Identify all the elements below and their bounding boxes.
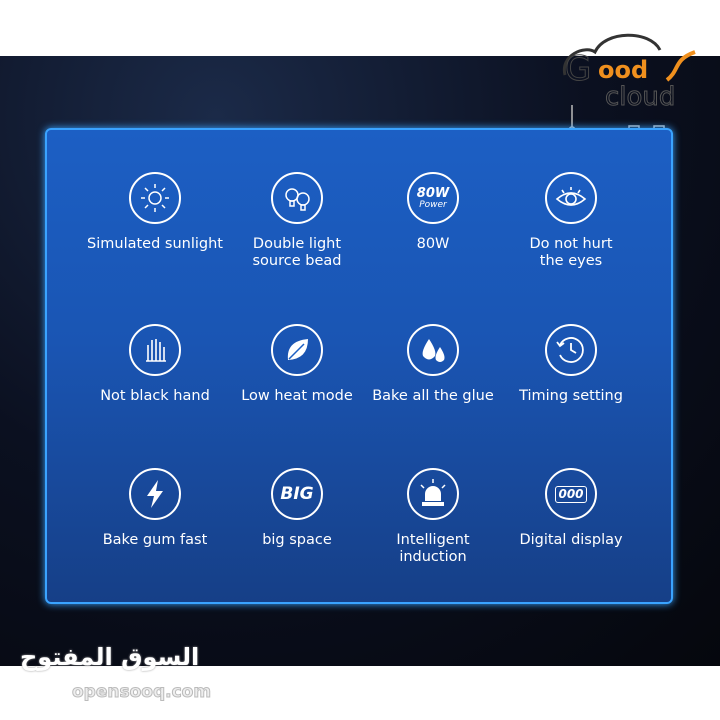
feature-item: Bake gum fast	[80, 468, 230, 549]
feature-label: Intelligent induction	[396, 532, 470, 565]
svg-text:ood: ood	[598, 56, 648, 84]
icon-badge-subtext: Power	[419, 199, 447, 210]
feature-label: Low heat mode	[241, 388, 353, 404]
icon-badge-text: BIG	[280, 483, 314, 504]
feature-item: Simulated sunlight	[80, 172, 230, 253]
svg-text:cloud: cloud	[605, 82, 675, 112]
feature-label: Digital display	[519, 532, 623, 548]
feature-item: Do not hurt the eyes	[496, 172, 646, 270]
feature-label: Timing setting	[519, 388, 623, 404]
feature-label: Simulated sunlight	[87, 236, 223, 252]
feature-item: Double light source bead	[222, 172, 372, 270]
eye-icon	[545, 172, 597, 224]
digital-display-icon: 000	[545, 468, 597, 520]
feature-item: Low heat mode	[222, 324, 372, 405]
icon-badge-text: 80W	[416, 185, 450, 201]
feature-item: Bake all the glue	[358, 324, 508, 405]
feature-item: Not black hand	[80, 324, 230, 405]
feature-label: big space	[262, 532, 332, 548]
sun-icon	[129, 172, 181, 224]
feature-label: Not black hand	[100, 388, 210, 404]
drops-icon	[407, 324, 459, 376]
feature-label: 80W	[416, 236, 450, 252]
big-icon: BIG	[271, 468, 323, 520]
power-80w-icon: 80W Power	[407, 172, 459, 224]
lightning-icon	[129, 468, 181, 520]
timer-icon	[545, 324, 597, 376]
feature-label: Bake gum fast	[102, 532, 208, 548]
feature-item: Intelligent induction	[358, 468, 508, 566]
svg-text:G: G	[565, 49, 591, 89]
leaf-icon	[271, 324, 323, 376]
watermark-arabic: السوق المفتوح	[20, 643, 200, 671]
bulbs-icon	[271, 172, 323, 224]
feature-item: BIG big space	[222, 468, 372, 549]
alarm-light-icon	[407, 468, 459, 520]
hand-icon	[129, 324, 181, 376]
feature-label: Double light source bead	[252, 236, 342, 269]
feature-item: Timing setting	[496, 324, 646, 405]
feature-label: Bake all the glue	[372, 388, 494, 404]
watermark-site: opensooq.com	[71, 682, 212, 703]
feature-item: 80W Power 80W	[358, 172, 508, 253]
goods-cloud-logo: G ood cloud	[562, 33, 696, 139]
feature-label: Do not hurt the eyes	[529, 236, 613, 269]
icon-badge-text: 000	[555, 485, 587, 503]
feature-item: 000 Digital display	[496, 468, 646, 549]
